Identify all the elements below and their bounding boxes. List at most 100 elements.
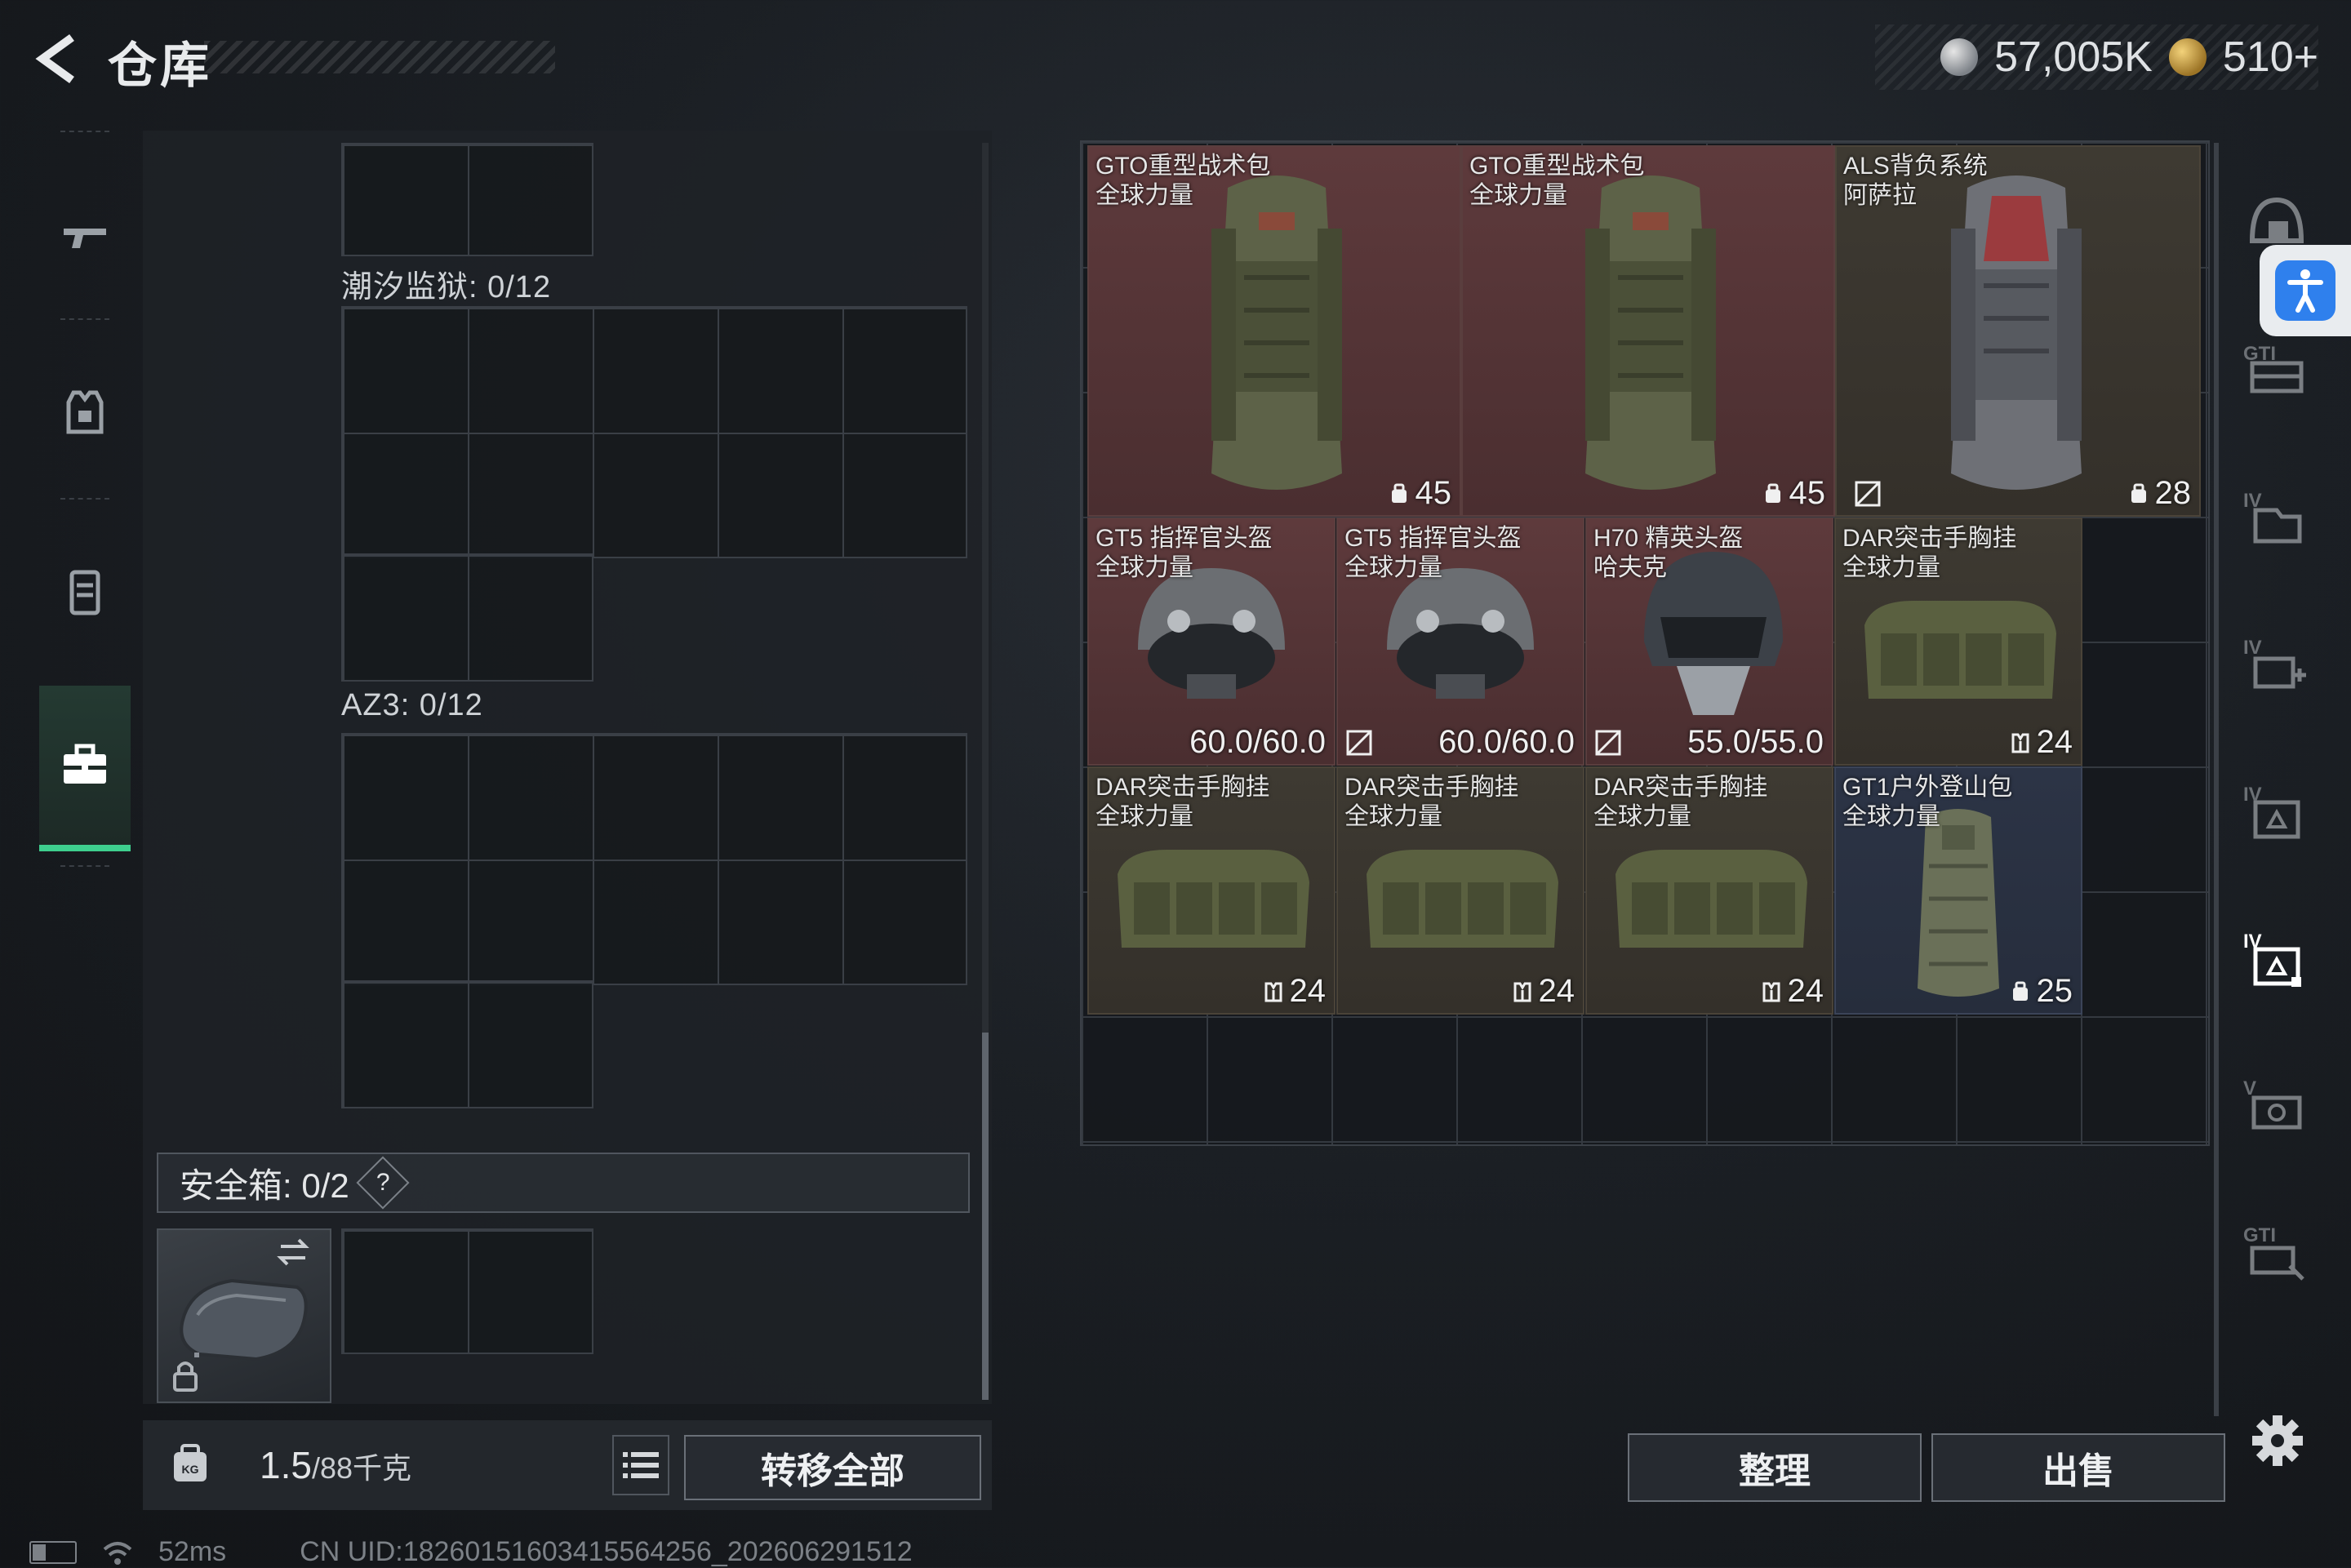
container-grid-prison-bottom[interactable]	[341, 553, 593, 682]
left-category-nav	[28, 131, 142, 867]
rig-icon	[1264, 982, 1282, 1002]
list-view-button[interactable]	[612, 1435, 669, 1495]
item-stat: 24	[1760, 973, 1824, 1010]
item-name: GT5 指挥官头盔 全球力量	[1344, 525, 1522, 581]
toolbar-tier4-add[interactable]: IV	[2232, 620, 2322, 710]
title-decoration	[204, 41, 555, 73]
gear-icon	[2252, 1415, 2303, 1466]
backpack-weight-icon: KG	[167, 1441, 213, 1490]
item-name: ALS背负系统 阿萨拉	[1843, 153, 1988, 209]
rig-icon	[1762, 982, 1780, 1002]
gold-coin-icon	[2168, 38, 2207, 76]
stash-item[interactable]: GTO重型战术包 全球力量 45	[1461, 145, 1835, 517]
item-stat-value: 60.0/60.0	[1189, 724, 1326, 760]
toolbar-gti-slot[interactable]: GTI	[2232, 326, 2322, 416]
stash-item[interactable]: GT5 指挥官头盔 全球力量 60.0/60.0	[1336, 517, 1584, 766]
container-scroll-thumb[interactable]	[982, 1033, 989, 1400]
container-grid-top	[341, 143, 593, 256]
item-stat: 45	[1762, 475, 1825, 512]
gun-icon	[64, 229, 106, 248]
right-toolbar-scrollbar[interactable]	[2214, 143, 2219, 1416]
container-grid-prison[interactable]	[341, 306, 967, 558]
weight-max: /88千克	[311, 1451, 411, 1485]
capacity-icon	[2012, 981, 2028, 1001]
item-stat-value: 45	[1415, 475, 1452, 511]
item-name: DAR突击手胸挂 全球力量	[1096, 774, 1270, 830]
safebox-item[interactable]	[157, 1228, 331, 1403]
item-name: H70 精英头盔 哈夫克	[1593, 525, 1744, 581]
sort-button[interactable]: 整理	[1628, 1433, 1922, 1502]
no-repair-icon	[1595, 730, 1621, 756]
container-grid-az3-bottom[interactable]	[341, 980, 593, 1108]
battery-icon	[29, 1540, 77, 1564]
container-label-az3: AZ3: 0/12	[341, 688, 483, 722]
gold-currency-value: 510+	[2222, 33, 2318, 81]
wifi-icon	[103, 1541, 132, 1565]
backpack-image	[1951, 175, 2082, 490]
back-button[interactable]	[24, 28, 90, 90]
magazine-icon	[69, 570, 100, 615]
capacity-icon	[2131, 483, 2146, 503]
nav-item-magazines[interactable]	[28, 510, 142, 673]
weight-text: 1.5/88千克	[260, 1443, 411, 1487]
list-icon	[623, 1452, 659, 1478]
nav-item-armor[interactable]	[28, 331, 142, 494]
safebox-slots[interactable]	[341, 1228, 593, 1354]
item-name: GTO重型战术包 全球力量	[1469, 153, 1645, 209]
toolbar-gti-slot-2[interactable]: GTI	[2232, 1208, 2322, 1298]
stash-item[interactable]: GTO重型战术包 全球力量 45	[1087, 145, 1461, 517]
item-stat-value: 28	[2154, 475, 2192, 511]
item-stat-value: 55.0/55.0	[1687, 724, 1824, 760]
item-name: GT5 指挥官头盔 全球力量	[1096, 525, 1273, 581]
transfer-all-button[interactable]: 转移全部	[684, 1435, 981, 1500]
stash-item[interactable]: DAR突击手胸挂 全球力量 24	[1336, 766, 1584, 1015]
ping-text: 52ms	[158, 1536, 227, 1567]
item-name: DAR突击手胸挂 全球力量	[1842, 525, 2017, 581]
item-stat-value: 24	[1538, 973, 1575, 1009]
settings-button[interactable]	[2245, 1408, 2310, 1473]
silver-coin-icon	[1940, 38, 1979, 76]
sell-button[interactable]: 出售	[1931, 1433, 2225, 1502]
accessibility-icon	[2275, 260, 2335, 321]
item-stat: 55.0/55.0	[1687, 724, 1824, 761]
toolbar-label: GTI	[2243, 1224, 2276, 1246]
stash-item[interactable]: H70 精英头盔 哈夫克 55.0/55.0	[1585, 517, 1833, 766]
chest-rig-image	[1118, 850, 1309, 948]
uid-text: CN UID:18260151603415564256_202606291512	[300, 1536, 913, 1567]
container-grid-az3[interactable]	[341, 733, 967, 985]
nav-item-containers[interactable]	[39, 686, 131, 851]
backpack-image	[1585, 175, 1716, 490]
currency-bar: 57,005K 510+	[1875, 24, 2318, 90]
toolbar-tier4-slot[interactable]: IV	[2232, 473, 2322, 563]
toolbar-label: IV	[2243, 931, 2262, 953]
item-stat: 60.0/60.0	[1438, 724, 1575, 761]
nav-item-weapons[interactable]	[28, 155, 142, 318]
container-label-prison: 潮汐监狱: 0/12	[341, 270, 552, 304]
stash-item[interactable]: DAR突击手胸挂 全球力量 24	[1834, 517, 2082, 766]
toolbar-tier5-slot[interactable]: V	[2232, 1061, 2322, 1151]
item-name: DAR突击手胸挂 全球力量	[1344, 774, 1519, 830]
capacity-icon	[1765, 483, 1780, 503]
accessibility-button[interactable]	[2260, 245, 2351, 336]
stash-item[interactable]: GT5 指挥官头盔 全球力量 60.0/60.0	[1087, 517, 1335, 766]
nav-divider	[60, 131, 109, 134]
rig-icon	[2011, 733, 2029, 753]
toolbar-label: IV	[2243, 490, 2262, 512]
chest-rig-image	[1367, 850, 1558, 948]
toolbar-label: IV	[2243, 784, 2262, 806]
item-stat: 45	[1388, 475, 1452, 512]
toolbar-tier4-grid[interactable]: IV	[2232, 767, 2322, 857]
safebox-help-button[interactable]: ?	[356, 1156, 410, 1210]
stash-item[interactable]: GT1户外登山包 全球力量 25	[1834, 766, 2082, 1015]
safebox-label: 安全箱: 0/2	[180, 1166, 349, 1205]
stash-item[interactable]: DAR突击手胸挂 全球力量 24	[1087, 766, 1335, 1015]
toolbar-tier4-grid-active[interactable]: IV	[2232, 914, 2322, 1004]
silver-currency-value: 57,005K	[1994, 33, 2153, 81]
help-icon: ?	[376, 1169, 390, 1196]
chest-rig-image	[1615, 850, 1807, 948]
no-repair-icon	[1346, 730, 1372, 756]
stash-item[interactable]: ALS背负系统 阿萨拉 28	[1835, 145, 2201, 517]
stash-item[interactable]: DAR突击手胸挂 全球力量 24	[1585, 766, 1833, 1015]
item-stat-value: 25	[2036, 973, 2073, 1009]
no-repair-icon	[1855, 481, 1881, 507]
